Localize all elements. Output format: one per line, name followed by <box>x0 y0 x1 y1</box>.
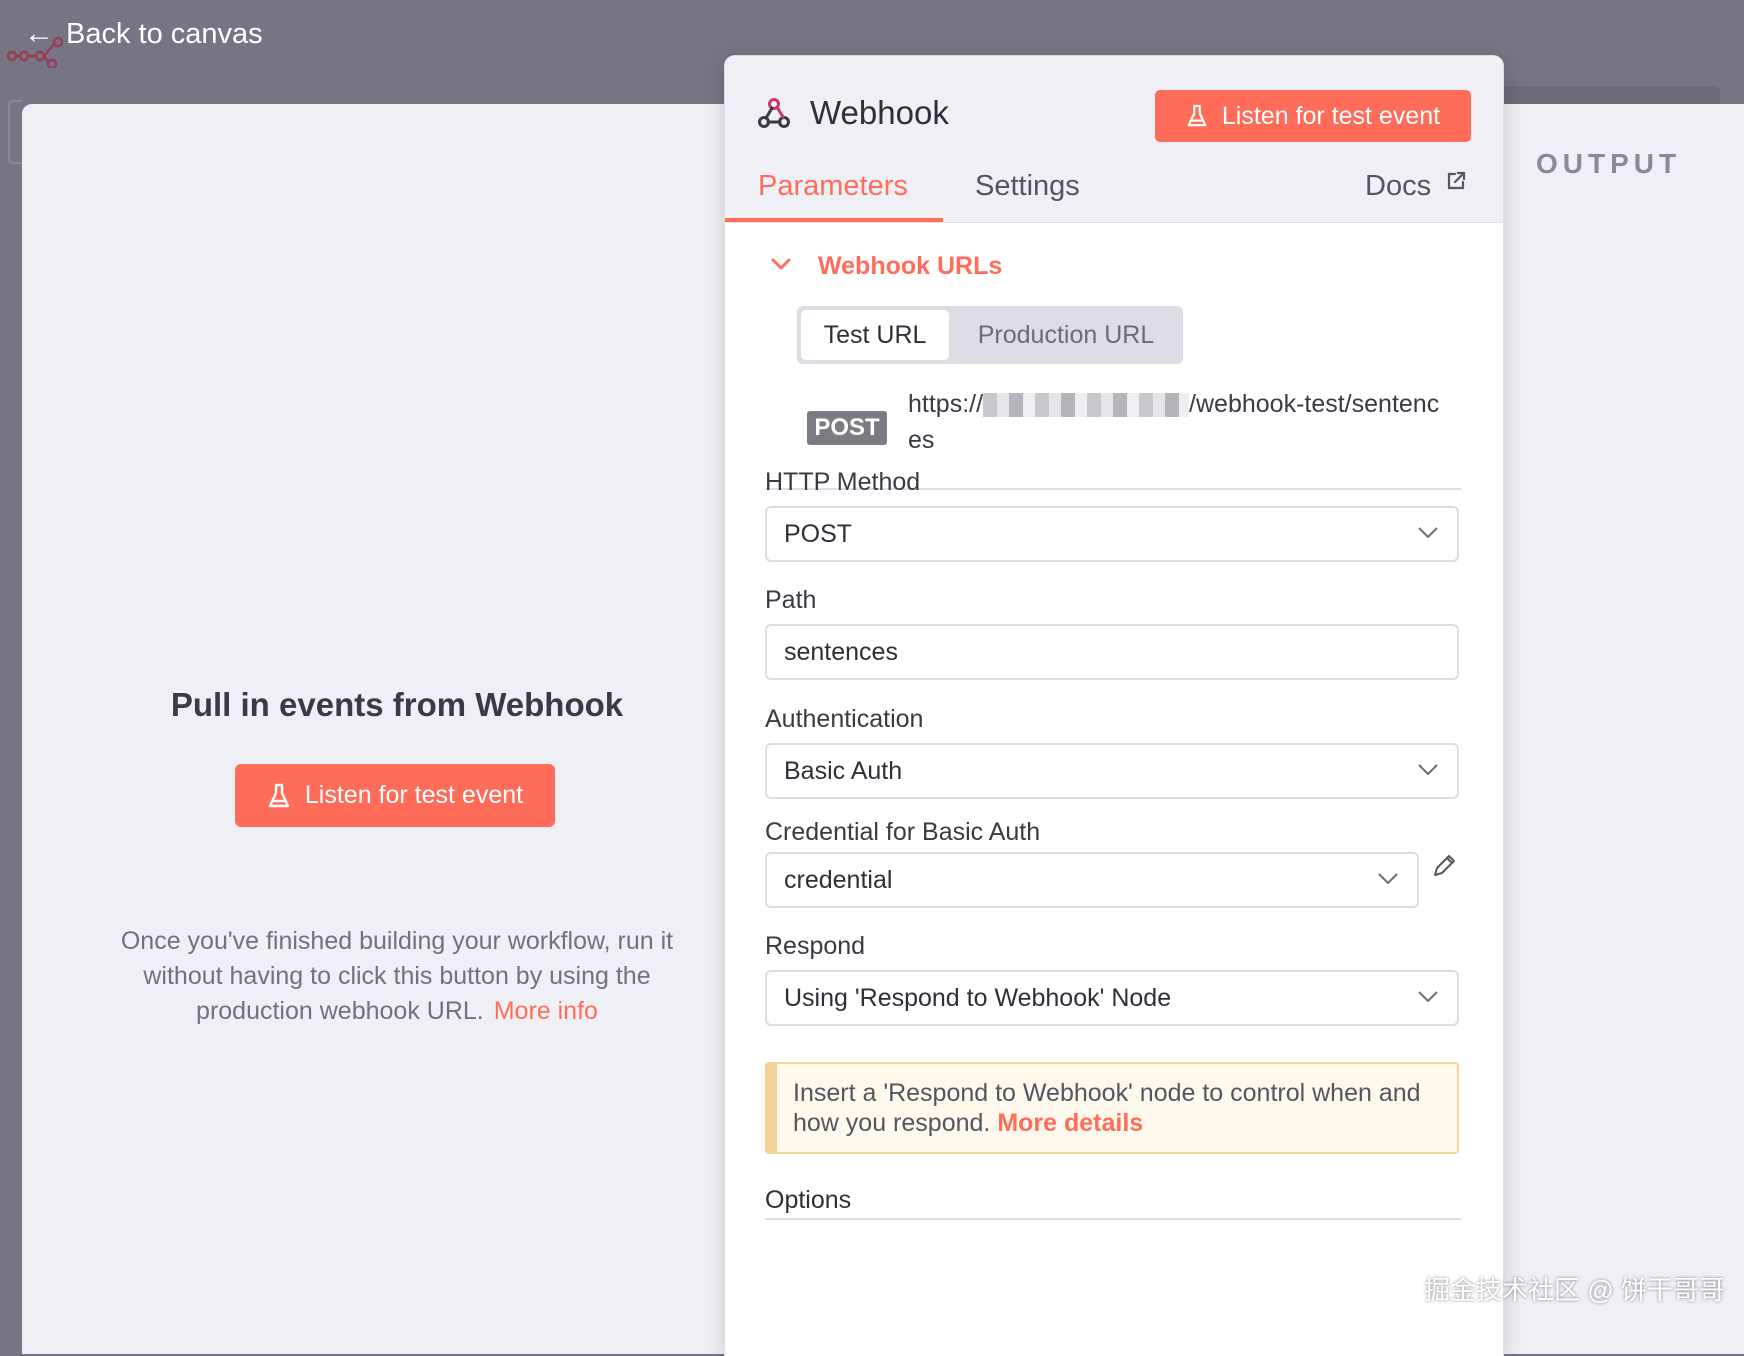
tab-docs[interactable]: Docs <box>1365 170 1467 222</box>
chevron-down-icon <box>1378 873 1398 885</box>
credential-label: Credential for Basic Auth <box>765 818 1041 846</box>
authentication-value: Basic Auth <box>784 757 903 785</box>
input-listen-label: Listen for test event <box>304 781 524 809</box>
output-panel <box>1490 104 1744 1354</box>
more-info-link[interactable]: More info <box>494 997 598 1025</box>
options-divider <box>765 1218 1461 1220</box>
watermark: 掘金技术社区 @ 饼干哥哥 <box>1424 1275 1725 1305</box>
node-title: Webhook <box>810 94 949 131</box>
respond-node-notice: Insert a 'Respond to Webhook' node to co… <box>765 1062 1459 1154</box>
http-method-value: POST <box>784 520 853 548</box>
http-method-label: HTTP Method <box>765 468 921 496</box>
external-link-icon <box>1447 171 1466 190</box>
webhook-urls-section-title[interactable]: Webhook URLs <box>818 252 1002 281</box>
respond-label: Respond <box>765 932 866 960</box>
http-method-select[interactable]: POST <box>765 506 1459 562</box>
chevron-down-icon <box>1418 527 1438 539</box>
canvas-node-edge <box>8 100 22 164</box>
tab-parameters[interactable]: Parameters <box>758 170 908 222</box>
authentication-select[interactable]: Basic Auth <box>765 743 1459 799</box>
chevron-down-icon[interactable] <box>769 252 793 276</box>
input-panel: Pull in events from Webhook Listen for t… <box>22 104 782 1354</box>
output-panel-label: OUTPUT <box>1536 148 1682 179</box>
options-label: Options <box>765 1186 852 1214</box>
active-tab-underline <box>725 218 943 222</box>
listen-test-event-label: Listen for test event <box>1221 101 1441 130</box>
chevron-down-icon <box>1418 991 1438 1003</box>
docs-label: Docs <box>1365 170 1432 202</box>
path-value: sentences <box>784 638 898 666</box>
url-prefix: https:// <box>908 390 984 418</box>
credential-value: credential <box>784 866 893 894</box>
edit-pencil-icon[interactable] <box>1430 852 1458 880</box>
flask-icon <box>268 783 290 807</box>
test-url-toggle[interactable]: Test URL <box>801 310 949 360</box>
tab-settings[interactable]: Settings <box>975 170 1080 222</box>
credential-select[interactable]: credential <box>765 852 1419 908</box>
back-to-canvas-button[interactable]: ← Back to canvas <box>24 14 263 54</box>
node-settings-panel: Webhook Listen for test event Parameters… <box>725 56 1503 1356</box>
method-badge: POST <box>807 411 887 445</box>
listen-test-event-button[interactable]: Listen for test event <box>1155 90 1471 142</box>
input-panel-title: Pull in events from Webhook <box>170 686 624 723</box>
more-details-link[interactable]: More details <box>997 1109 1143 1137</box>
respond-value: Using 'Respond to Webhook' Node <box>784 984 1172 1012</box>
chevron-down-icon <box>1418 764 1438 776</box>
webhook-url[interactable]: https:///webhook-test/sentences <box>908 386 1448 458</box>
url-type-toggle: Test URL Production URL <box>797 306 1183 364</box>
production-url-toggle[interactable]: Production URL <box>953 310 1179 360</box>
authentication-label: Authentication <box>765 705 924 733</box>
respond-select[interactable]: Using 'Respond to Webhook' Node <box>765 970 1459 1026</box>
redacted-host <box>983 393 1190 418</box>
node-header: Webhook Listen for test event Parameters… <box>725 56 1503 223</box>
output-panel-topstrip <box>1490 86 1720 104</box>
input-panel-description: Once you've finished building your workf… <box>82 924 712 1029</box>
input-listen-test-event-button[interactable]: Listen for test event <box>235 764 555 827</box>
path-input[interactable]: sentences <box>765 624 1459 680</box>
flask-icon <box>1187 104 1207 127</box>
back-to-canvas-label: Back to canvas <box>66 17 263 50</box>
path-label: Path <box>765 586 817 614</box>
webhook-icon <box>758 98 790 128</box>
arrow-left-icon: ← <box>24 17 54 50</box>
